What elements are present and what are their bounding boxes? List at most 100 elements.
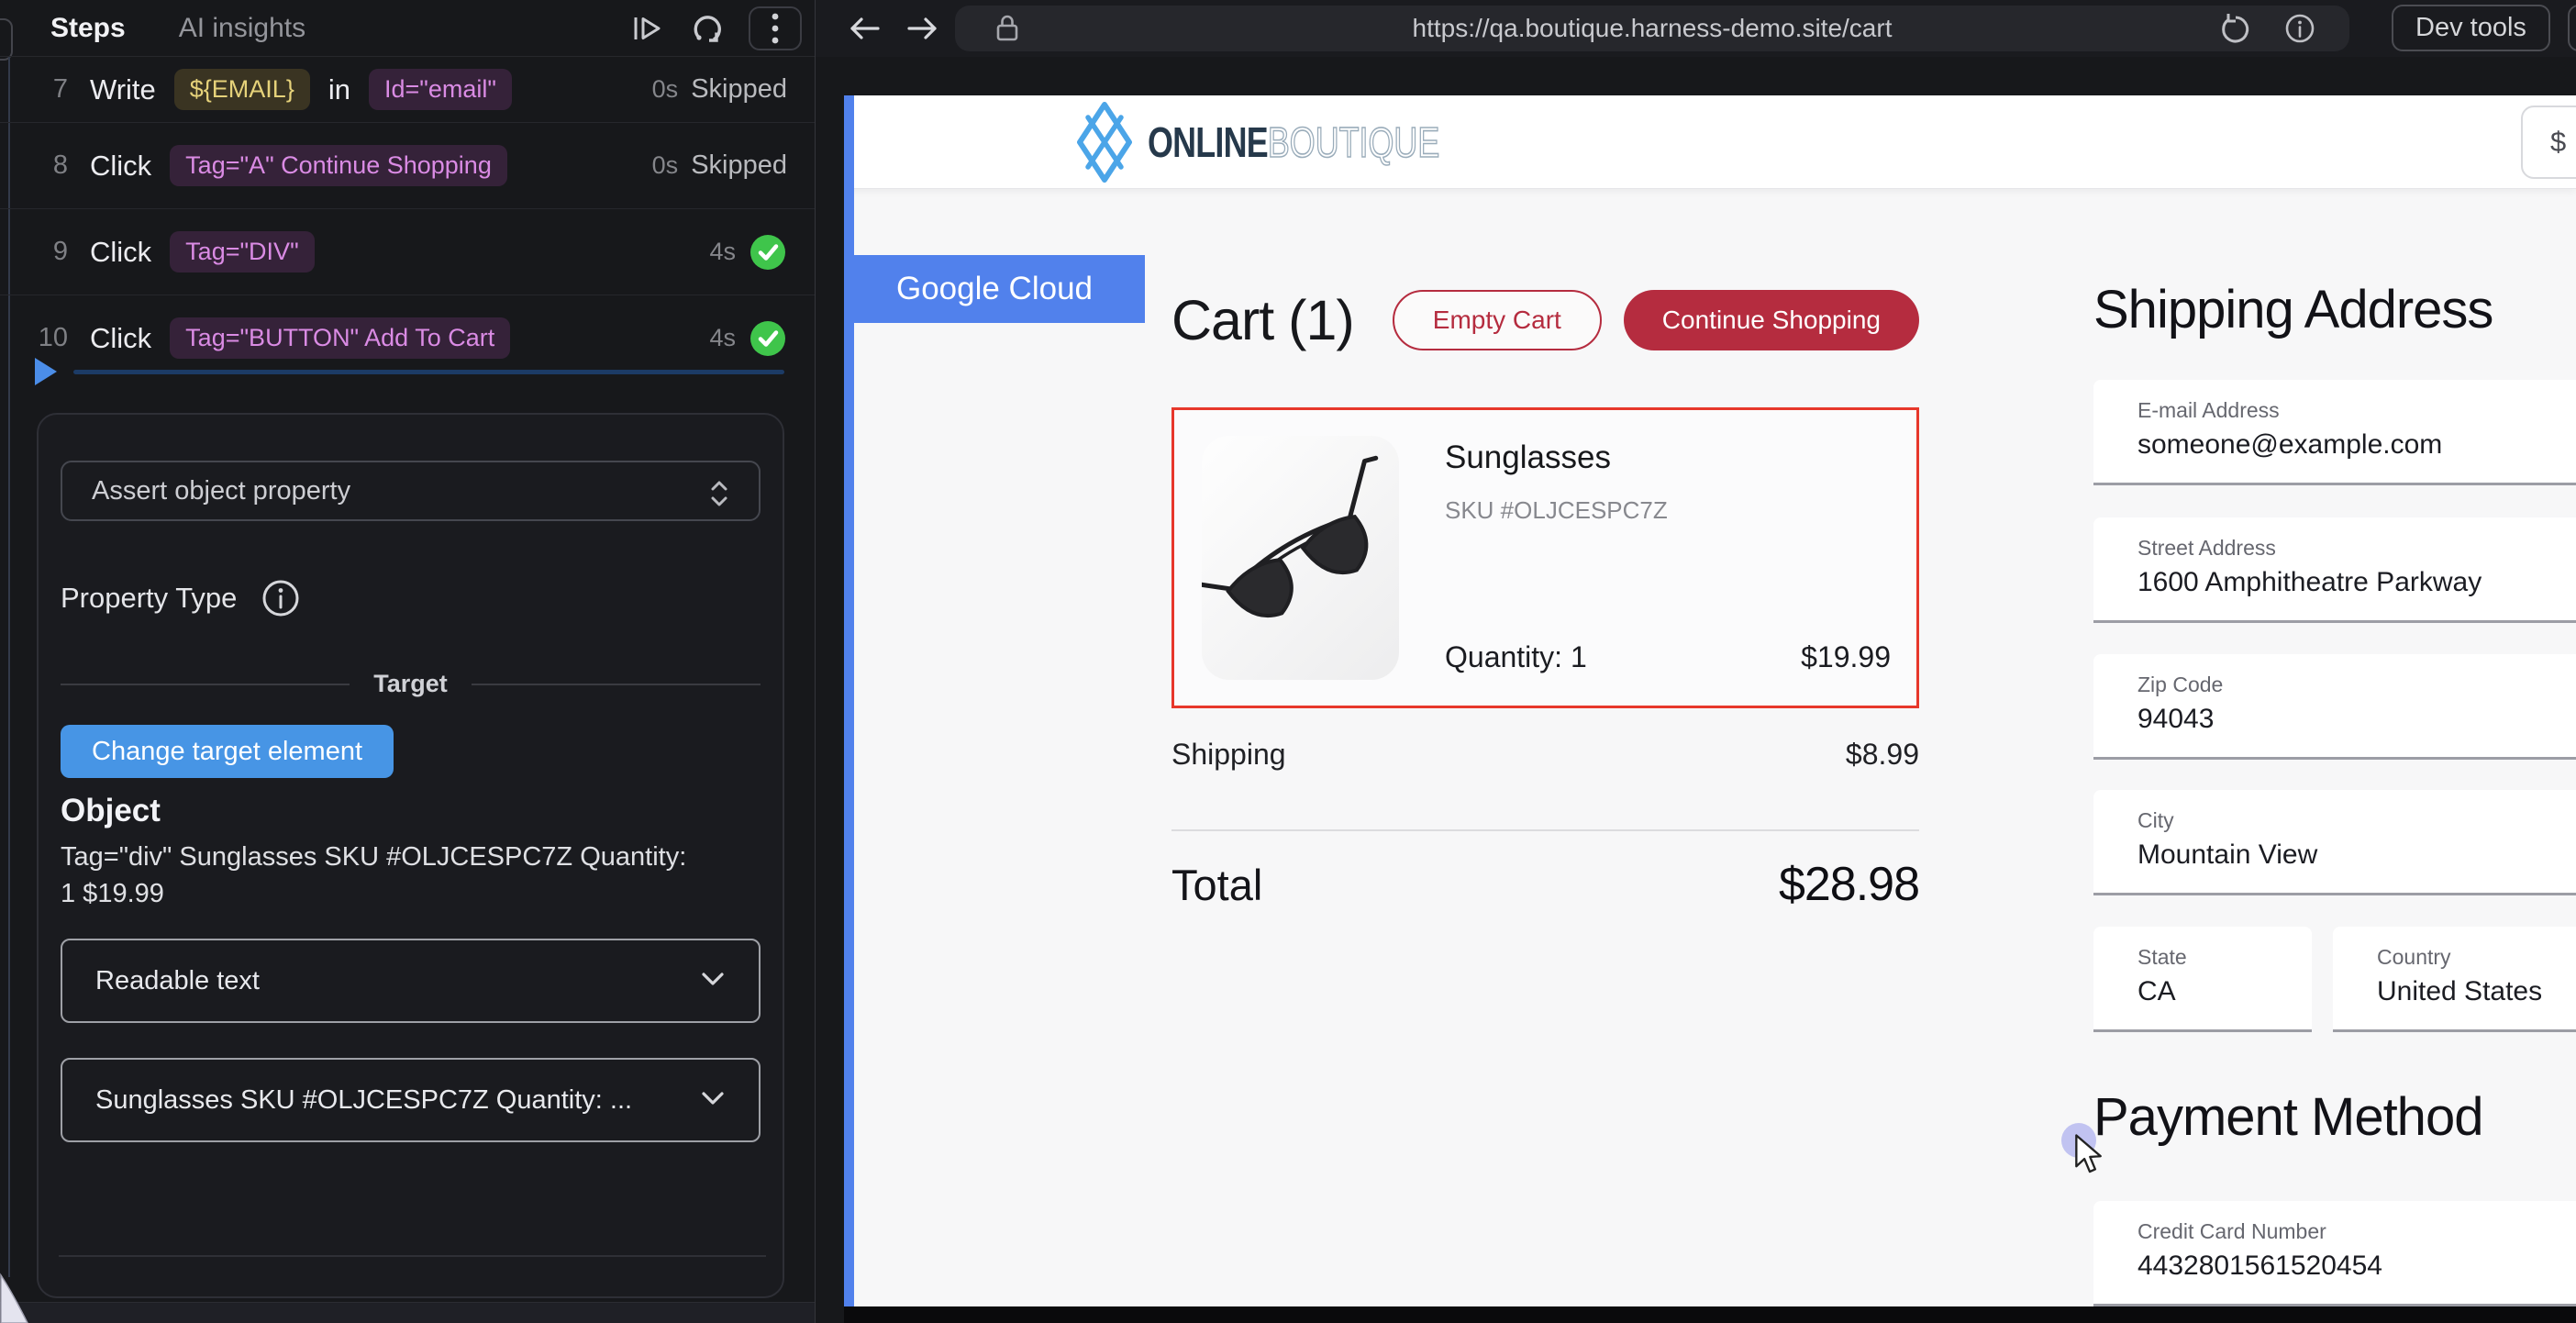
currency-symbol: $	[2550, 126, 2566, 159]
assert-type-value: Assert object property	[92, 476, 350, 506]
retry-icon[interactable]	[688, 10, 725, 47]
step-action: Write	[90, 73, 156, 106]
cart-item-card-highlighted[interactable]: Sunglasses SKU #OLJCESPC7Z Quantity: 1 $…	[1171, 407, 1919, 708]
step-action: Click	[90, 322, 151, 355]
expected-value-select[interactable]: Sunglasses SKU #OLJCESPC7Z Quantity: ...	[61, 1058, 761, 1142]
empty-cart-button[interactable]: Empty Cart	[1393, 290, 1602, 350]
property-type-info-icon[interactable]	[261, 578, 301, 618]
product-price: $19.99	[1801, 640, 1891, 674]
field-value: 4432801561520454	[2137, 1251, 2382, 1282]
variable-badge: ${EMAIL}	[174, 69, 310, 110]
forward-button[interactable]	[904, 13, 940, 44]
step-duration: 4s	[709, 324, 736, 352]
shipping-address-heading: Shipping Address	[2093, 279, 2493, 340]
step-status: Skipped	[691, 74, 787, 105]
step-connector: in	[328, 73, 350, 106]
shipping-label: Shipping	[1171, 738, 1286, 772]
step-row-7[interactable]: 7 Write ${EMAIL} in Id="email" 0s Skippe…	[0, 57, 815, 123]
credit-card-number-field[interactable]: Credit Card Number 4432801561520454	[2093, 1201, 2576, 1306]
field-label: Country	[2377, 945, 2451, 970]
zip-code-field[interactable]: Zip Code 94043	[2093, 654, 2576, 760]
url-text: https://qa.boutique.harness-demo.site/ca…	[955, 14, 2349, 43]
field-label: State	[2137, 945, 2187, 970]
back-button[interactable]	[847, 13, 883, 44]
cart-heading: Cart (1)	[1171, 288, 1354, 352]
site-logo[interactable]: ONLINEBOUTIQUE	[1076, 95, 1522, 189]
chevron-down-icon	[698, 970, 727, 990]
address-bar[interactable]: https://qa.boutique.harness-demo.site/ca…	[955, 6, 2349, 51]
target-section-divider: Target	[61, 670, 761, 698]
info-icon[interactable]	[2283, 12, 2316, 45]
assert-type-select[interactable]: Assert object property	[61, 461, 761, 521]
step-action: Click	[90, 236, 151, 269]
select-updown-icon	[705, 475, 733, 512]
step-duration: 0s	[652, 151, 679, 180]
tab-ai-insights[interactable]: AI insights	[179, 13, 305, 44]
logo-diamond-icon	[1076, 102, 1133, 183]
assert-editor-card: Assert object property Property Type	[37, 413, 784, 1298]
object-heading: Object	[61, 793, 161, 829]
step-row-10[interactable]: 10 Click Tag="BUTTON" Add To Cart 4s	[0, 295, 815, 381]
run-from-here-icon[interactable]	[629, 11, 664, 46]
chevron-down-icon	[698, 1089, 727, 1109]
site-header: ONLINEBOUTIQUE $	[844, 95, 2576, 189]
brand-name-light: BOUTIQUE	[1268, 117, 1439, 167]
playhead-marker-icon[interactable]	[35, 358, 57, 385]
object-description: Tag="div" Sunglasses SKU #OLJCESPC7Z Qua…	[61, 839, 694, 912]
page-bottom-bar	[844, 1306, 2576, 1323]
browser-toolbar: https://qa.boutique.harness-demo.site/ca…	[816, 0, 2576, 57]
step-action: Click	[90, 150, 151, 183]
field-label: E-mail Address	[2137, 398, 2280, 423]
playhead-track	[73, 370, 784, 374]
steps-panel: Steps AI insights	[0, 0, 815, 1323]
step-number: 10	[26, 323, 68, 353]
step-number: 8	[26, 150, 68, 181]
steps-panel-footer	[0, 1302, 815, 1323]
field-value: someone@example.com	[2137, 429, 2442, 461]
currency-selector[interactable]: $	[2521, 106, 2576, 179]
field-value: 94043	[2137, 704, 2214, 735]
state-field[interactable]: State CA	[2093, 927, 2312, 1032]
shipping-price: $8.99	[1846, 738, 1919, 772]
step-status: Skipped	[691, 150, 787, 181]
brand-name-bold: ONLINE	[1148, 117, 1268, 167]
country-field[interactable]: Country United States	[2333, 927, 2576, 1032]
field-label: City	[2137, 808, 2174, 833]
product-image	[1202, 436, 1399, 680]
assert-card-divider	[59, 1255, 766, 1257]
dev-tools-button[interactable]: Dev tools	[2392, 5, 2550, 51]
field-value: CA	[2137, 976, 2176, 1007]
continue-shopping-button[interactable]: Continue Shopping	[1624, 290, 1919, 350]
summary-divider	[1171, 829, 1919, 831]
total-price: $28.98	[1779, 857, 1919, 912]
readable-text-value: Readable text	[95, 966, 260, 996]
mouse-cursor-icon	[2073, 1134, 2106, 1174]
city-field[interactable]: City Mountain View	[2093, 790, 2576, 895]
step-success-icon	[749, 233, 787, 272]
step-duration: 0s	[652, 75, 679, 104]
refresh-icon[interactable]	[2219, 12, 2252, 45]
readable-text-select[interactable]: Readable text	[61, 939, 761, 1023]
webpage-viewport: ONLINEBOUTIQUE $ Google Cloud Cart (1) E…	[844, 95, 2576, 1306]
step-row-8[interactable]: 8 Click Tag="A" Continue Shopping 0s Ski…	[0, 123, 815, 209]
field-value: Mountain View	[2137, 839, 2317, 871]
step-duration: 4s	[709, 238, 736, 266]
product-quantity: Quantity: 1	[1445, 640, 1587, 674]
field-label: Credit Card Number	[2137, 1219, 2326, 1244]
step-number: 7	[26, 74, 68, 105]
step-row-9[interactable]: 9 Click Tag="DIV" 4s	[0, 209, 815, 295]
toolbar-edge-fragment	[2568, 5, 2576, 51]
email-field[interactable]: E-mail Address someone@example.com	[2093, 380, 2576, 485]
total-label: Total	[1171, 860, 1262, 910]
field-label: Street Address	[2137, 536, 2276, 561]
street-address-field[interactable]: Street Address 1600 Amphitheatre Parkway	[2093, 517, 2576, 623]
target-section-label: Target	[373, 670, 448, 698]
change-target-button[interactable]: Change target element	[61, 725, 394, 778]
tab-steps[interactable]: Steps	[50, 13, 126, 44]
field-label: Zip Code	[2137, 673, 2223, 697]
field-value: United States	[2377, 976, 2542, 1007]
more-options-button[interactable]	[749, 6, 802, 50]
payment-method-heading: Payment Method	[2093, 1086, 2482, 1148]
google-cloud-ribbon: Google Cloud	[844, 255, 1145, 323]
steps-panel-header: Steps AI insights	[0, 0, 815, 57]
